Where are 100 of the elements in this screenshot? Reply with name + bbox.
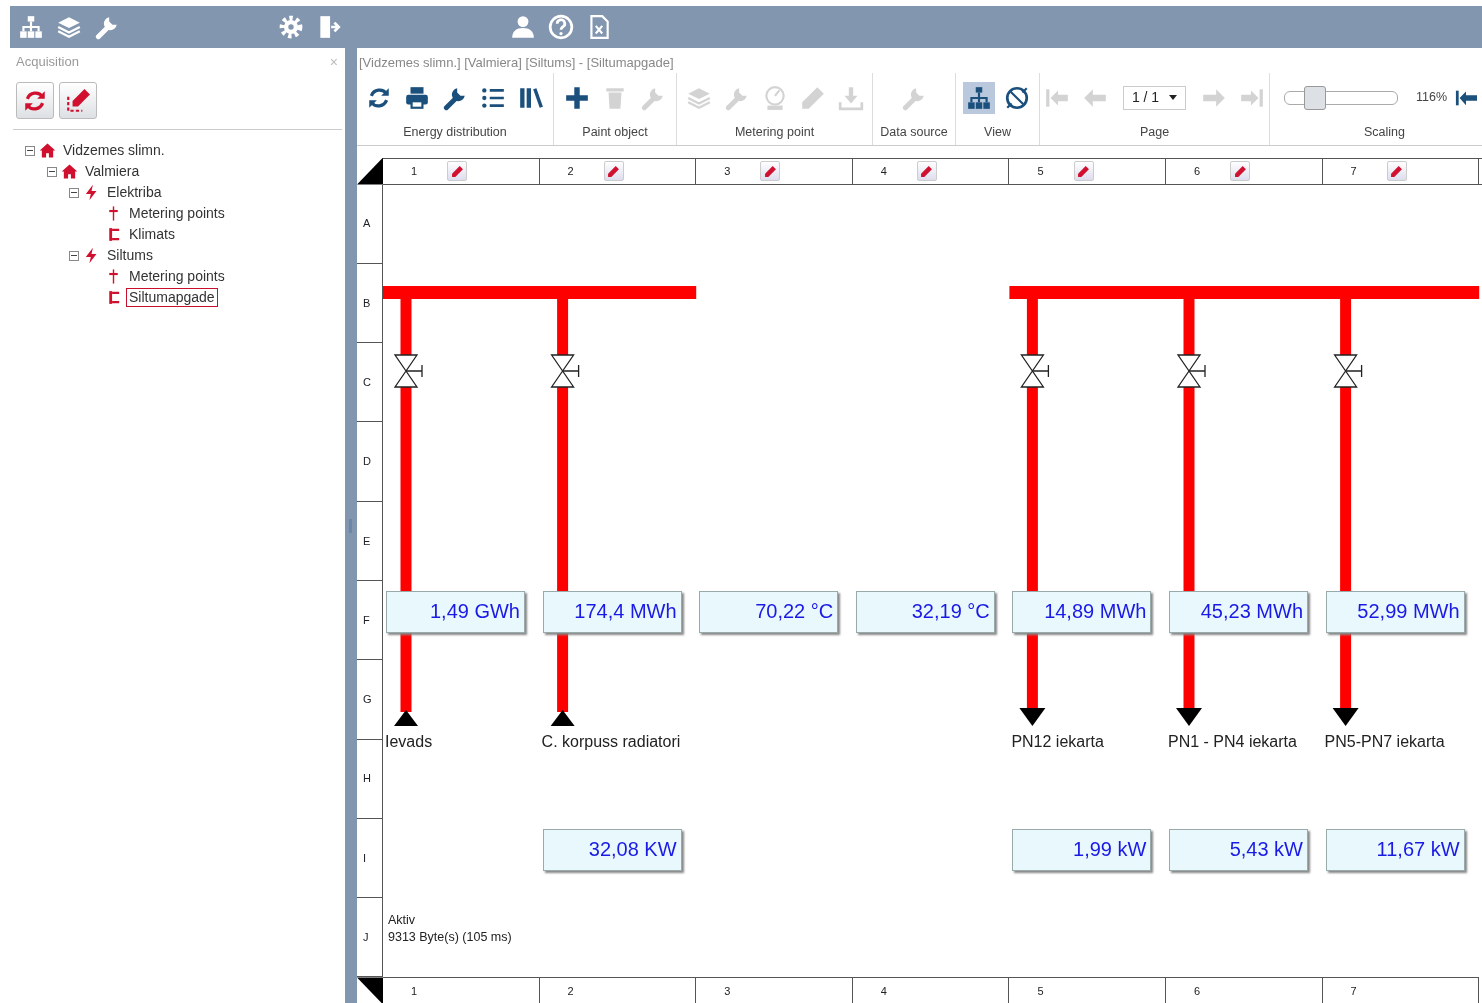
edit-button[interactable] [760, 161, 781, 181]
help-icon [548, 14, 574, 40]
energy-reading: 14,89 MWh [1012, 590, 1152, 633]
power-reading: 32,08 KW [542, 828, 682, 871]
column-header: 6 [1193, 984, 1201, 1000]
pencil-icon [920, 164, 934, 178]
row-header: C [363, 375, 371, 390]
energy-reading: 174,4 MWh [542, 590, 682, 633]
hierarchy-icon [965, 84, 992, 111]
settings-button[interactable] [278, 14, 304, 40]
pencil-icon [799, 84, 826, 111]
valve-icon [550, 353, 580, 388]
column-header: 5 [1037, 984, 1044, 1000]
expander-icon[interactable] [69, 187, 79, 198]
valve-icon [1176, 353, 1206, 388]
group-label: Data source [880, 123, 948, 141]
crossed-circle-icon [1003, 84, 1030, 111]
group-label: Paint object [582, 123, 648, 141]
column-header: 6 [1193, 163, 1201, 179]
slider-thumb[interactable] [1304, 85, 1327, 110]
edit-button[interactable] [1230, 161, 1251, 181]
column-header: 1 [411, 984, 418, 1000]
temperature-reading: 32,19 °C [855, 590, 995, 633]
hierarchy-button[interactable] [18, 14, 44, 40]
tree-item[interactable]: Siltumapgade [126, 288, 218, 307]
row-header: G [363, 692, 372, 708]
temperature-reading: 70,22 °C [699, 590, 839, 633]
column-header: 2 [567, 163, 574, 179]
column-header: 3 [724, 984, 731, 1000]
page-select[interactable]: 1 / 1 [1122, 85, 1187, 110]
energy-reading: 45,23 MWh [1169, 590, 1308, 633]
group-label: Metering point [734, 123, 815, 141]
valve-icon [1020, 353, 1050, 388]
zoom-reading: 116% [1416, 89, 1448, 107]
edit-button[interactable] [916, 161, 937, 181]
column-header: 3 [724, 163, 731, 179]
power-reading: 1,99 kW [1012, 828, 1152, 871]
pencil-icon [607, 164, 621, 178]
group-label: Energy distribution [403, 123, 507, 141]
diagram-view-button[interactable] [962, 81, 995, 114]
column-header: 1 [411, 163, 418, 179]
tree-item[interactable]: Metering points [126, 204, 228, 223]
column-header: 4 [880, 163, 887, 179]
tree-item[interactable]: Valmiera [82, 162, 143, 181]
group-label: View [984, 123, 1011, 141]
plus-icon [564, 84, 590, 111]
edit-button[interactable] [59, 82, 97, 119]
edit-button[interactable] [603, 161, 624, 181]
layers-button[interactable] [56, 14, 82, 40]
edit-button[interactable] [1073, 161, 1094, 181]
edit-icon [65, 87, 91, 114]
pencil-icon [450, 164, 464, 178]
status-text: Aktiv [388, 911, 416, 928]
tree-item[interactable]: Metering points [126, 267, 228, 286]
breadcrumb: [Vidzemes slimn.] [Valmiera] [Siltums] - [Siltumapgade] [359, 55, 674, 70]
hierarchy-icon [18, 14, 44, 40]
expander-icon[interactable] [47, 166, 57, 177]
house-icon [39, 142, 56, 159]
tree-item[interactable]: Vidzemes slimn. [60, 141, 168, 160]
refresh-button[interactable] [16, 82, 54, 119]
column-header: 2 [567, 984, 574, 1000]
energy-reading: 1,49 GWh [386, 590, 525, 633]
settings-icon [278, 14, 304, 40]
help-button[interactable] [548, 14, 574, 40]
branch-label: PN1 - PN4 iekarta [1168, 731, 1297, 752]
pencil-icon [763, 164, 777, 178]
user-icon [510, 14, 536, 40]
group-label: Page [1139, 123, 1170, 141]
tree-item[interactable]: Elektriba [104, 183, 165, 202]
panel-title: Acquisition [16, 53, 79, 72]
pencil-icon [1233, 164, 1247, 178]
printer-icon [404, 84, 430, 111]
tree-item[interactable]: Siltums [104, 246, 156, 265]
energy-reading: 52,99 MWh [1325, 590, 1465, 633]
valve-icon [1333, 353, 1363, 388]
house-icon [61, 163, 78, 180]
branch-label: Ievads [385, 731, 433, 752]
power-reading: 5,43 kW [1169, 828, 1308, 871]
row-header: A [363, 216, 371, 232]
download-icon [837, 84, 864, 111]
user-button[interactable] [510, 14, 536, 40]
edit-button[interactable] [447, 161, 468, 181]
row-header: F [363, 612, 370, 628]
row-header: E [363, 533, 371, 549]
row-header: B [363, 295, 371, 311]
row-header: J [363, 930, 369, 946]
expander-icon[interactable] [69, 250, 79, 261]
layers-icon [56, 14, 82, 40]
tree-item[interactable]: Klimats [126, 225, 178, 244]
corner-marker [357, 977, 383, 1003]
row-header: I [363, 850, 367, 866]
expander-icon[interactable] [25, 145, 35, 156]
row-header: D [363, 454, 371, 470]
edit-button[interactable] [1386, 161, 1407, 181]
branch-label: PN12 iekarta [1011, 731, 1104, 752]
column-header: 4 [880, 984, 887, 1000]
corner-marker [357, 157, 383, 185]
column-header: 7 [1350, 163, 1357, 179]
branch-label: PN5-PN7 iekarta [1324, 731, 1445, 752]
group-label: Scaling [1364, 123, 1405, 141]
